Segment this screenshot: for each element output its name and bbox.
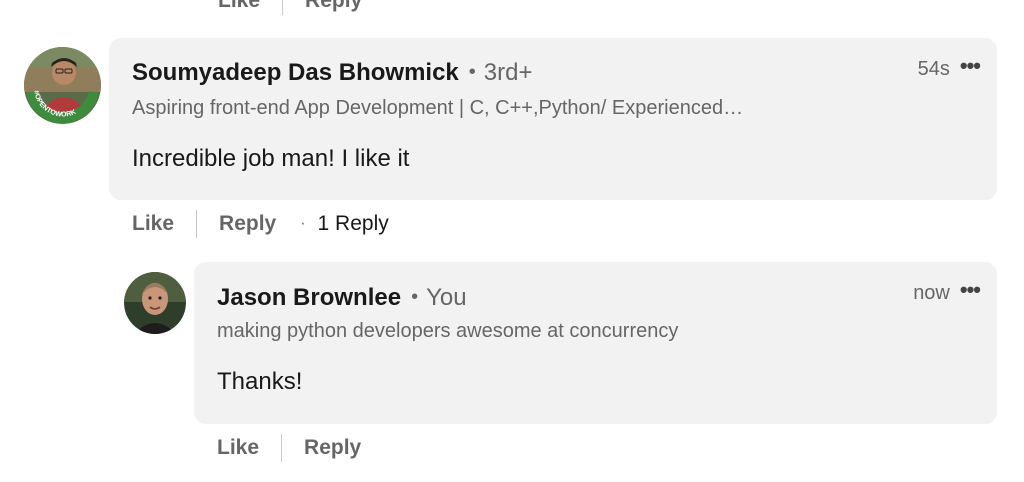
author-name[interactable]: Jason Brownlee bbox=[217, 284, 401, 312]
like-button[interactable]: Like bbox=[218, 0, 260, 13]
comment-text: Incredible job man! I like it bbox=[132, 145, 410, 172]
more-options-icon[interactable]: ••• bbox=[960, 53, 981, 79]
connection-degree: 3rd+ bbox=[483, 59, 533, 86]
divider bbox=[196, 210, 198, 238]
author-headline: Aspiring front-end App Development | C, … bbox=[132, 97, 744, 119]
replies-count-link[interactable]: 1 Reply bbox=[318, 212, 389, 236]
separator-dot: • bbox=[411, 286, 419, 308]
timestamp: 54s bbox=[917, 57, 950, 80]
divider bbox=[282, 0, 284, 15]
like-button[interactable]: Like bbox=[132, 212, 174, 236]
reply-actions: Like Reply bbox=[217, 432, 361, 464]
comment-meta: 54s ••• bbox=[917, 53, 981, 82]
separator-dot: • bbox=[468, 61, 476, 83]
avatar[interactable]: #OPENTOWORK bbox=[24, 47, 101, 124]
reply-button[interactable]: Reply bbox=[304, 436, 361, 460]
reply-meta: now ••• bbox=[913, 277, 981, 306]
separator-dot: · bbox=[300, 215, 306, 232]
author-name[interactable]: Soumyadeep Das Bhowmick bbox=[132, 59, 459, 87]
reply-button[interactable]: Reply bbox=[219, 212, 276, 236]
avatar[interactable] bbox=[124, 272, 186, 334]
reply-button[interactable]: Reply bbox=[305, 0, 362, 13]
comment-author-line: Soumyadeep Das Bhowmick • 3rd+ bbox=[132, 59, 532, 87]
author-headline: making python developers awesome at conc… bbox=[217, 320, 679, 342]
comment-actions: Like Reply · 1 Reply bbox=[132, 208, 389, 240]
divider bbox=[281, 434, 283, 462]
timestamp: now bbox=[913, 281, 950, 304]
reply-author-line: Jason Brownlee • You bbox=[217, 284, 467, 312]
reply-text: Thanks! bbox=[217, 368, 303, 395]
like-button[interactable]: Like bbox=[217, 436, 259, 460]
connection-degree: You bbox=[426, 284, 467, 311]
previous-comment-actions: Like Reply bbox=[218, 0, 362, 15]
more-options-icon[interactable]: ••• bbox=[960, 277, 981, 303]
